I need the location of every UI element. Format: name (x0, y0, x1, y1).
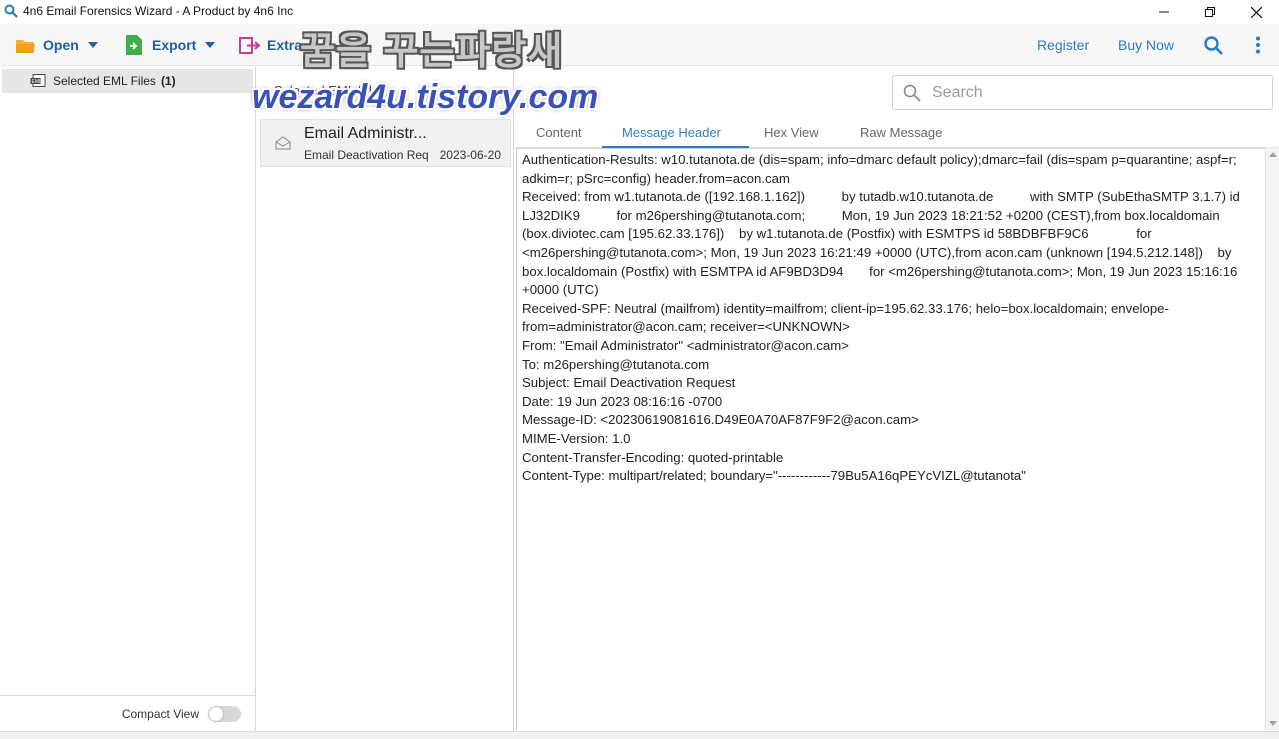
toolbar: Open Export Extra Register Buy Now (0, 24, 1279, 66)
more-menu-button[interactable] (1248, 35, 1268, 55)
search-input[interactable] (932, 83, 1252, 102)
mail-list-panel: Selected EML Files Email Administr... Em… (257, 67, 514, 731)
open-button[interactable]: Open (14, 34, 98, 56)
more-vertical-icon (1256, 36, 1260, 54)
export-file-icon (123, 34, 145, 56)
close-button[interactable] (1233, 0, 1279, 24)
compact-view-label: Compact View (121, 706, 199, 721)
status-bar (0, 731, 1279, 739)
app-search-icon (4, 4, 18, 18)
tab-raw-message[interactable]: Raw Message (860, 125, 942, 140)
toolbar-search-button[interactable] (1203, 35, 1223, 55)
watermark-url: wezard4u.tistory.com (252, 78, 599, 116)
minimize-button[interactable] (1141, 0, 1187, 24)
message-header-text: Authentication-Results: w10.tutanota.de … (522, 152, 1240, 484)
toggle-knob (209, 706, 223, 721)
eml-file-icon: EML (30, 74, 46, 87)
vertical-scrollbar[interactable] (1265, 148, 1279, 730)
tree-item-selected-eml-files[interactable]: EML Selected EML Files (1) (2, 69, 253, 93)
tab-hex-view[interactable]: Hex View (764, 125, 819, 140)
search-box (892, 75, 1273, 110)
title-bar: 4n6 Email Forensics Wizard - A Product b… (0, 0, 1279, 24)
chevron-down-icon (205, 42, 216, 48)
extract-label: Extra (267, 37, 303, 53)
extract-button[interactable]: Extra (238, 34, 302, 56)
mail-from: Email Administr... (304, 125, 427, 142)
svg-text:EML: EML (32, 79, 43, 85)
restore-button[interactable] (1187, 0, 1233, 24)
compact-view-toggle[interactable] (208, 705, 241, 722)
scroll-up-icon (1269, 152, 1277, 157)
window-title: 4n6 Email Forensics Wizard - A Product b… (23, 4, 294, 18)
envelope-open-icon (275, 136, 291, 150)
search-icon (903, 84, 921, 102)
chevron-down-icon (87, 42, 98, 48)
minimize-icon (1159, 11, 1169, 13)
export-button[interactable]: Export (123, 34, 216, 56)
tab-content[interactable]: Content (536, 125, 582, 140)
tab-message-header[interactable]: Message Header (622, 125, 721, 140)
mail-date: 2023-06-20 (439, 148, 501, 162)
compact-view-control: Compact View (0, 695, 255, 731)
tree-item-count: (1) (160, 74, 176, 88)
open-label: Open (43, 37, 79, 53)
mail-subject: Email Deactivation Req (304, 148, 429, 162)
message-preview-panel: Content Message Header Hex View Raw Mess… (515, 67, 1279, 731)
watermark-korean: 꿈을 꾸는파랑새 (300, 31, 564, 73)
register-link[interactable]: Register (1037, 37, 1089, 53)
message-header-view: Authentication-Results: w10.tutanota.de … (516, 148, 1265, 730)
mail-list-item[interactable]: Email Administr... Email Deactivation Re… (260, 119, 511, 167)
scroll-down-icon (1269, 721, 1277, 726)
close-icon (1250, 6, 1262, 18)
preview-tabs: Content Message Header Hex View Raw Mess… (515, 120, 1279, 148)
tree-item-label: Selected EML Files (53, 74, 156, 88)
folder-tree-panel: EML Selected EML Files (1) Compact View (0, 67, 256, 731)
extract-icon (238, 34, 260, 56)
buy-now-link[interactable]: Buy Now (1118, 37, 1174, 53)
search-icon (1203, 35, 1223, 55)
restore-icon (1205, 7, 1215, 17)
folder-icon (14, 34, 36, 56)
export-label: Export (152, 37, 197, 53)
